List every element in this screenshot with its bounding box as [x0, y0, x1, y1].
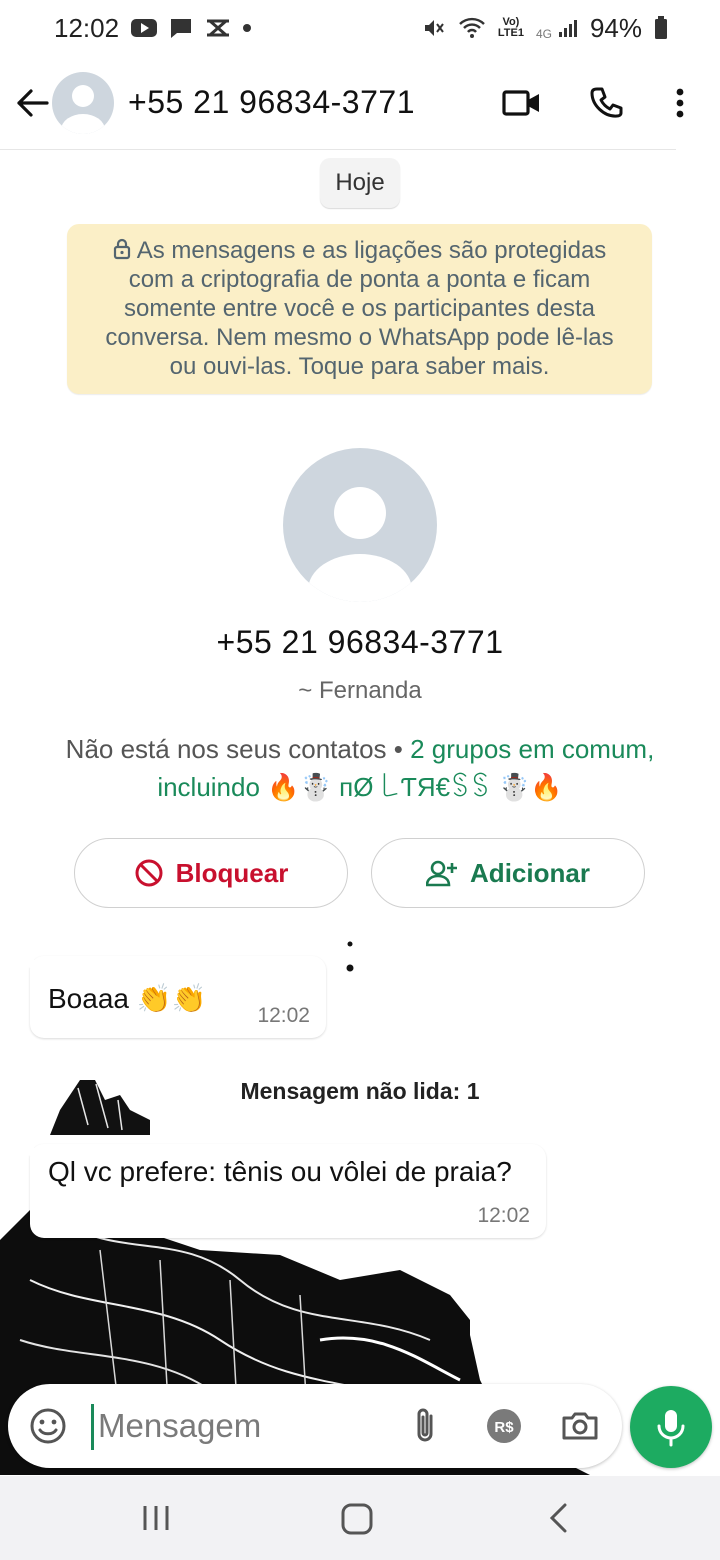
colon-mark: [346, 941, 354, 972]
video-camera-icon: [502, 90, 539, 116]
status-time: 12:02: [54, 12, 120, 43]
camera-icon: [562, 1412, 598, 1440]
home-icon: [341, 1503, 373, 1535]
encryption-text: As mensagens e as ligações são protegida…: [105, 237, 614, 380]
payment-button[interactable]: R$: [482, 1404, 526, 1448]
profile-number: +55 21 96834-3771: [216, 624, 504, 660]
wifi-icon: [458, 17, 486, 39]
chevron-left-icon: [549, 1503, 567, 1533]
attach-button[interactable]: [403, 1404, 447, 1448]
block-label: Bloquear: [175, 857, 289, 888]
emoji-icon: [30, 1408, 66, 1444]
lock-icon: [113, 238, 130, 260]
status-bar: 12:02 Vo) LTE1 4G 94%: [0, 0, 720, 56]
payment-icon: R$: [487, 1409, 521, 1443]
system-back-button[interactable]: [546, 1502, 572, 1534]
add-person-icon: [426, 860, 458, 887]
contact-avatar[interactable]: [52, 71, 114, 134]
more-notifications-dot: [243, 24, 252, 32]
recent-apps-icon: [143, 1506, 169, 1530]
text-caret: [91, 1404, 94, 1450]
message-time: 12:02: [477, 1204, 530, 1227]
mute-icon: [422, 16, 446, 40]
system-navigation-bar: [0, 1476, 720, 1560]
profile-avatar[interactable]: [283, 448, 437, 602]
composer-bar: R$: [8, 1384, 622, 1468]
status-bar-right: Vo) LTE1 4G 94%: [422, 13, 668, 44]
message-input[interactable]: [98, 1400, 388, 1452]
bubble-tail: [18, 956, 34, 972]
default-person-icon: [308, 487, 412, 602]
payment-label: R$: [494, 1419, 514, 1436]
camera-button[interactable]: [558, 1404, 602, 1448]
signal-icon: [558, 18, 578, 38]
network-generation: 4G: [535, 26, 552, 41]
contact-info: Não está nos seus contatos • 2 grupos em…: [60, 730, 660, 806]
chat-header: +55 21 96834-3771: [0, 56, 684, 150]
default-person-icon: [61, 84, 105, 134]
encryption-notice[interactable]: As mensagens e as ligações são protegida…: [67, 224, 652, 394]
arrow-left-icon: [17, 88, 49, 117]
voice-call-button[interactable]: [578, 75, 634, 131]
emoji-button[interactable]: [26, 1404, 70, 1448]
profile-name: ~ Fernanda: [298, 677, 422, 704]
more-vertical-icon: [676, 88, 684, 118]
block-icon: [135, 859, 163, 887]
message-time: 12:02: [257, 1004, 310, 1027]
unread-divider: Mensagem não lida: 1: [240, 1078, 480, 1104]
message-bubble[interactable]: Boaaa 👏👏 12:02: [18, 956, 326, 1038]
add-label: Adicionar: [470, 857, 590, 888]
paperclip-icon: [417, 1408, 433, 1442]
message-bubble[interactable]: Ql vc prefere: tênis ou vôlei de praia? …: [18, 1144, 546, 1238]
video-call-button[interactable]: [494, 75, 550, 131]
volte-indicator: Vo) LTE1: [497, 16, 524, 39]
date-chip: Hoje: [320, 158, 400, 208]
bubble-tail: [18, 1144, 34, 1160]
status-bar-left: 12:02: [54, 12, 252, 44]
chat-area[interactable]: Hoje As mensagens e as ligações são prot…: [0, 150, 720, 1475]
more-options-button[interactable]: [652, 75, 708, 131]
back-button[interactable]: [12, 83, 52, 123]
voice-message-button[interactable]: [630, 1386, 712, 1468]
recent-apps-button[interactable]: [140, 1502, 172, 1534]
message-text: Ql vc prefere: tênis ou vôlei de praia?: [48, 1156, 512, 1187]
home-button[interactable]: [340, 1502, 374, 1536]
microphone-icon: [657, 1410, 685, 1447]
capcut-icon: [205, 18, 231, 38]
message-text: Boaaa 👏👏: [48, 983, 207, 1014]
youtube-icon: [131, 18, 158, 38]
add-contact-button[interactable]: Adicionar: [371, 838, 645, 908]
battery-percentage: 94%: [589, 12, 642, 43]
not-in-contacts-text: Não está nos seus contatos •: [65, 734, 411, 764]
phone-icon: [590, 87, 623, 118]
message-notification-icon: [169, 17, 193, 39]
block-button[interactable]: Bloquear: [74, 838, 348, 908]
battery-icon: [654, 16, 668, 40]
